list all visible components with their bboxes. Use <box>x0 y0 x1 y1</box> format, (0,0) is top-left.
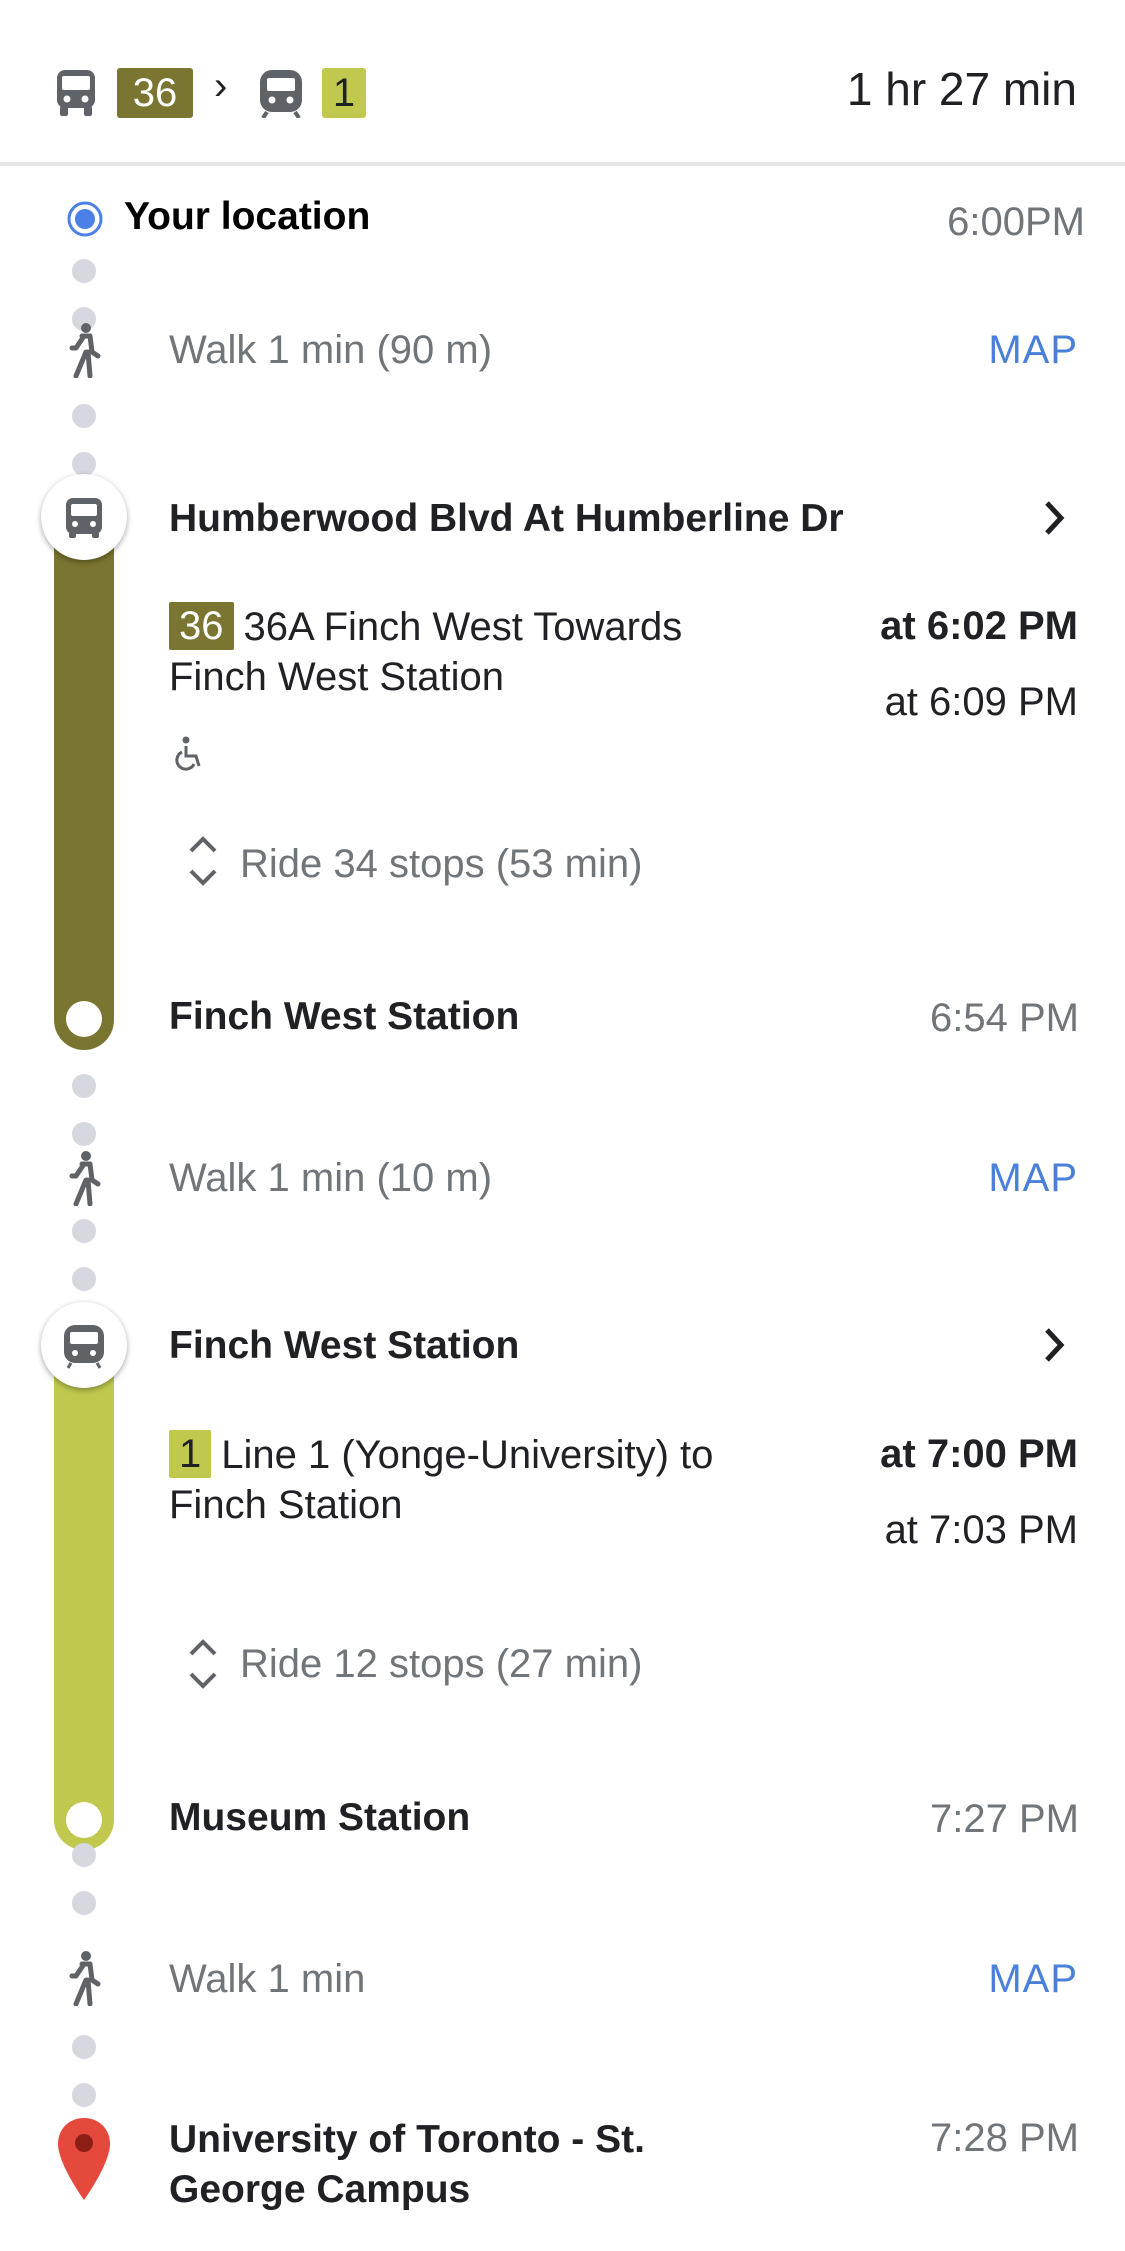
leg-2-end-marker <box>66 1802 102 1838</box>
timeline-dot <box>72 1074 96 1098</box>
walk-icon <box>64 1950 104 2011</box>
timeline-dot <box>72 452 96 476</box>
timeline-dot <box>72 2083 96 2107</box>
trip-duration: 1 hr 27 min <box>846 63 1077 115</box>
walk-2-map-link[interactable]: MAP <box>988 1156 1078 1201</box>
leg-1-alighting-stop: Finch West Station <box>169 995 520 1038</box>
bus-icon <box>55 68 97 118</box>
route-summary-header[interactable]: 36 › 1 1 hr 27 min <box>0 0 1125 166</box>
timeline-dot <box>72 259 96 283</box>
destination-pin-icon <box>56 2116 112 2207</box>
timeline-dot <box>72 1267 96 1291</box>
expand-icon[interactable] <box>186 833 220 894</box>
timeline-dot <box>72 1843 96 1867</box>
bus-icon <box>66 498 102 538</box>
line-1-timeline-segment <box>54 1346 114 1850</box>
expand-icon[interactable] <box>186 1636 220 1697</box>
timeline-dot <box>72 404 96 428</box>
chevron-right-icon[interactable] <box>1041 498 1067 543</box>
walk-3-text: Walk 1 min <box>169 1957 366 2001</box>
leg-1-route-description: 36 36A Finch West Towards Finch West Stat… <box>169 602 789 702</box>
wheelchair-icon <box>174 736 204 777</box>
timeline-dot <box>72 1891 96 1915</box>
leg-1-end-marker <box>66 1001 102 1037</box>
walk-3-map-link[interactable]: MAP <box>988 1957 1078 2002</box>
chevron-right-icon[interactable] <box>1041 1325 1067 1370</box>
leg-2-arrival-time: 7:27 PM <box>930 1797 1079 1841</box>
origin-label: Your location <box>124 195 371 238</box>
leg-1-route-text: 36A Finch West Towards Finch West Statio… <box>169 605 683 699</box>
timeline-dot <box>72 1122 96 1146</box>
leg-1-arrival-time: 6:54 PM <box>930 996 1079 1040</box>
walk-1-text: Walk 1 min (90 m) <box>169 328 493 372</box>
leg-2-boarding-stop[interactable]: Finch West Station <box>169 1324 519 1368</box>
route-36-badge: 36 <box>169 602 234 650</box>
leg-2-next-departure: at 7:03 PM <box>884 1508 1078 1552</box>
leg-2-departure-time: at 7:00 PM <box>880 1432 1078 1476</box>
subway-icon <box>64 1325 104 1369</box>
walk-icon <box>64 322 104 383</box>
location-dot-icon <box>66 200 104 243</box>
line-1-badge: 1 <box>322 68 366 118</box>
leg-2-ride-info[interactable]: Ride 12 stops (27 min) <box>240 1642 642 1687</box>
leg-2-route-description: 1 Line 1 (Yonge-University) to Finch Stat… <box>169 1430 789 1530</box>
walk-2-text: Walk 1 min (10 m) <box>169 1156 493 1200</box>
route-36-badge: 36 <box>117 68 193 118</box>
leg-1-next-departure: at 6:09 PM <box>884 680 1078 724</box>
bus-stop-marker <box>41 474 127 560</box>
line-1-badge: 1 <box>169 1430 212 1478</box>
leg-1-boarding-stop[interactable]: Humberwood Blvd At Humberline Dr <box>169 497 844 541</box>
timeline-dot <box>72 2035 96 2059</box>
destination-time: 7:28 PM <box>930 2116 1079 2160</box>
subway-stop-marker <box>41 1302 127 1388</box>
subway-icon <box>257 68 305 118</box>
destination-label: University of Toronto - St. George Campu… <box>169 2118 645 2211</box>
route-separator-icon: › <box>214 64 228 108</box>
leg-1-departure-time: at 6:02 PM <box>880 604 1078 648</box>
leg-1-ride-info[interactable]: Ride 34 stops (53 min) <box>240 842 642 887</box>
leg-2-route-text: Line 1 (Yonge-University) to Finch Stati… <box>169 1433 714 1527</box>
route-36-timeline-segment <box>54 518 114 1050</box>
timeline-dot <box>72 1219 96 1243</box>
walk-1-map-link[interactable]: MAP <box>988 328 1078 373</box>
leg-2-alighting-stop: Museum Station <box>169 1796 471 1839</box>
walk-icon <box>64 1150 104 1211</box>
origin-time: 6:00PM <box>947 200 1085 244</box>
